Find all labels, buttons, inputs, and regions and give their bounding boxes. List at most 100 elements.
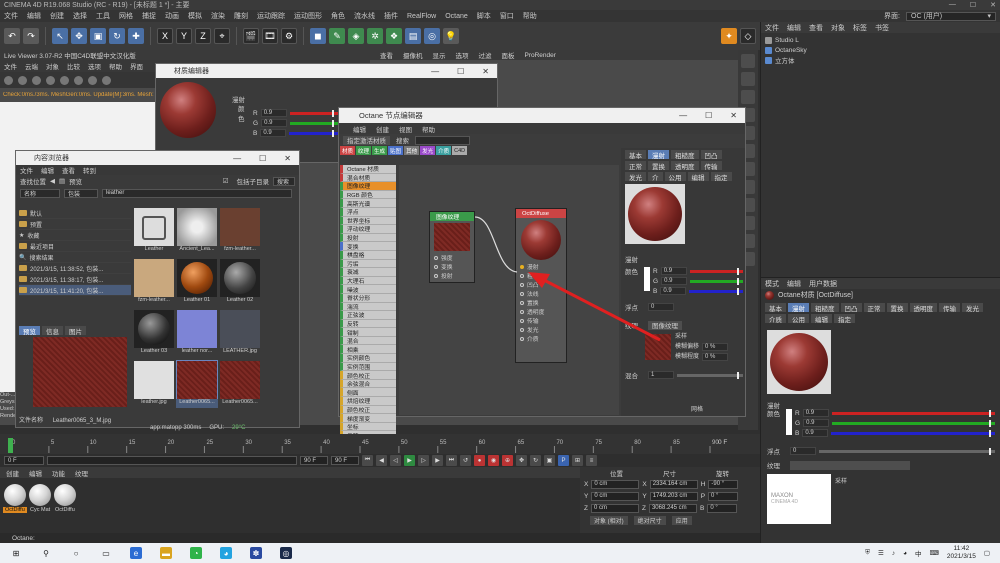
- close-icon[interactable]: ✕: [284, 154, 291, 163]
- material-slot[interactable]: Cyc Mat: [28, 484, 52, 513]
- menu-item[interactable]: 模拟: [188, 11, 202, 21]
- material-tab[interactable]: 漫射: [788, 303, 809, 313]
- cube-icon[interactable]: ◼: [310, 28, 326, 44]
- cb-menu-item[interactable]: 转到: [83, 165, 96, 175]
- om-menu-item[interactable]: 编辑: [787, 23, 801, 33]
- lv-menu-item[interactable]: 对象: [46, 61, 59, 71]
- prop-tab[interactable]: 介: [648, 172, 663, 182]
- material-tab[interactable]: 基本: [765, 303, 786, 313]
- key-pos-icon[interactable]: ✥: [516, 455, 527, 466]
- menu-item[interactable]: Octane: [445, 13, 468, 20]
- playhead[interactable]: [8, 438, 13, 453]
- search-icon[interactable]: ⚲: [40, 547, 52, 559]
- pen-spline-icon[interactable]: ✎: [329, 28, 345, 44]
- prop-tab[interactable]: 基本: [625, 150, 646, 160]
- axis-z-button[interactable]: Z: [195, 28, 211, 44]
- viewport-menu-item[interactable]: 过滤: [479, 50, 492, 60]
- category-tab[interactable]: C4D: [452, 146, 468, 155]
- cb-menu-item[interactable]: 文件: [20, 165, 33, 175]
- rot-b-field[interactable]: 0 °: [707, 503, 738, 513]
- close-icon[interactable]: ✕: [990, 1, 996, 9]
- mm-menu-item[interactable]: 创建: [6, 468, 19, 478]
- wechat-icon[interactable]: ◔: [190, 547, 202, 559]
- menu-item[interactable]: 捕捉: [142, 11, 156, 21]
- menu-item[interactable]: 帮助: [523, 11, 537, 21]
- search-button[interactable]: 搜索: [273, 176, 295, 186]
- prev-frame-icon[interactable]: ◁: [390, 455, 401, 466]
- lv-menu-item[interactable]: 比较: [67, 61, 80, 71]
- checkbox-include-sub[interactable]: ☑: [223, 177, 229, 185]
- r-value-field[interactable]: 0.9: [260, 109, 287, 117]
- prop-tab[interactable]: 编辑: [687, 172, 709, 182]
- object-row[interactable]: OctaneSky: [765, 45, 996, 55]
- material-tab[interactable]: 置换: [886, 303, 908, 313]
- thumbnail[interactable]: LEATHER.jpg: [220, 310, 260, 357]
- tree-item[interactable]: 最近项目: [19, 241, 131, 252]
- menu-item[interactable]: 工具: [96, 11, 110, 21]
- prop-tab[interactable]: 发光: [625, 172, 646, 182]
- object-row[interactable]: Studio L: [765, 35, 996, 45]
- size-z-field[interactable]: 3068.245 cm: [648, 503, 697, 513]
- prop-tab[interactable]: 透明度: [671, 161, 699, 171]
- size-mode-select[interactable]: 绝对尺寸: [633, 515, 666, 525]
- start-frame-field[interactable]: 0 F: [4, 456, 44, 465]
- coord-mode-select[interactable]: 对象 (相对): [590, 515, 628, 525]
- close-icon[interactable]: ✕: [482, 67, 489, 76]
- thumbnail[interactable]: leather nor...: [177, 310, 217, 357]
- prop-tab[interactable]: 传输: [700, 161, 722, 171]
- mm-menu-item[interactable]: 功能: [52, 468, 65, 478]
- search-input[interactable]: leather: [102, 188, 292, 198]
- mix-value-field[interactable]: 1: [648, 371, 674, 379]
- live-select-icon[interactable]: ↖: [52, 28, 68, 44]
- cinema4d-app-icon[interactable]: ◎: [280, 547, 292, 559]
- material-tab[interactable]: 公用: [788, 314, 809, 324]
- thumbnail[interactable]: Leather 02: [220, 259, 260, 306]
- node-menu-item[interactable]: 视图: [399, 124, 412, 134]
- frame-range-slider[interactable]: [47, 456, 297, 465]
- mm-menu-item[interactable]: 纹理: [75, 468, 88, 478]
- material-slot[interactable]: OctDiffu: [53, 484, 77, 513]
- timeline-ruler[interactable]: 0 5 10 15 20 25 30 35 40 45 50 55 60 65 70 75 80 85 90: [0, 434, 760, 454]
- scale-icon[interactable]: ▣: [90, 28, 106, 44]
- multitask-icon[interactable]: ▭: [100, 547, 112, 559]
- task-view-icon[interactable]: ○: [70, 547, 82, 559]
- menu-item[interactable]: 角色: [331, 11, 345, 21]
- maximize-icon[interactable]: ☐: [259, 154, 266, 163]
- clock[interactable]: 11:42 2021/3/15: [947, 545, 976, 561]
- viewport-menu-item[interactable]: 显示: [433, 50, 446, 60]
- r-slider[interactable]: [689, 267, 743, 275]
- lv-menu-item[interactable]: 选项: [88, 61, 101, 71]
- filter-name-select[interactable]: 名称: [20, 188, 60, 198]
- move-icon[interactable]: ✥: [71, 28, 87, 44]
- menu-item[interactable]: 雕刻: [234, 11, 248, 21]
- timeline-settings-icon[interactable]: ≡: [586, 455, 597, 466]
- menu-item[interactable]: 流水线: [354, 11, 375, 21]
- thumbnail[interactable]: Leather 03: [134, 310, 174, 357]
- g-value-field[interactable]: 0.9: [803, 419, 830, 427]
- node-menu-item[interactable]: 创建: [376, 124, 389, 134]
- tree-item[interactable]: 默认: [19, 208, 131, 219]
- next-frame-icon[interactable]: ▷: [418, 455, 429, 466]
- back-icon[interactable]: ◀: [50, 177, 55, 185]
- tree-item[interactable]: 🔍 搜索结果: [19, 252, 131, 263]
- pos-z-field[interactable]: 0 cm: [590, 503, 639, 513]
- maximize-icon[interactable]: ☐: [705, 111, 712, 120]
- om-menu-item[interactable]: 标签: [853, 23, 867, 33]
- settings-icon[interactable]: [4, 75, 13, 85]
- viewport-menu-item[interactable]: 面板: [502, 50, 515, 60]
- camera-icon[interactable]: ◎: [424, 28, 440, 44]
- max-frame-field[interactable]: 90 F: [331, 456, 359, 465]
- minimize-icon[interactable]: —: [949, 1, 956, 9]
- autokey-icon[interactable]: ◉: [488, 455, 499, 466]
- minimize-icon[interactable]: —: [679, 111, 687, 120]
- viewport-menu-item[interactable]: 查看: [380, 50, 393, 60]
- menu-item[interactable]: RealFlow: [407, 13, 436, 20]
- mix-slider[interactable]: [677, 371, 743, 379]
- pause-icon[interactable]: [46, 75, 55, 85]
- size-y-field[interactable]: 1749.203 cm: [649, 491, 698, 501]
- menu-item[interactable]: 选择: [73, 11, 87, 21]
- prop-tab[interactable]: 置换: [648, 161, 669, 171]
- category-tab[interactable]: 生成: [372, 146, 388, 155]
- pos-y-field[interactable]: 0 cm: [591, 491, 640, 501]
- om-menu-item[interactable]: 书签: [875, 23, 889, 33]
